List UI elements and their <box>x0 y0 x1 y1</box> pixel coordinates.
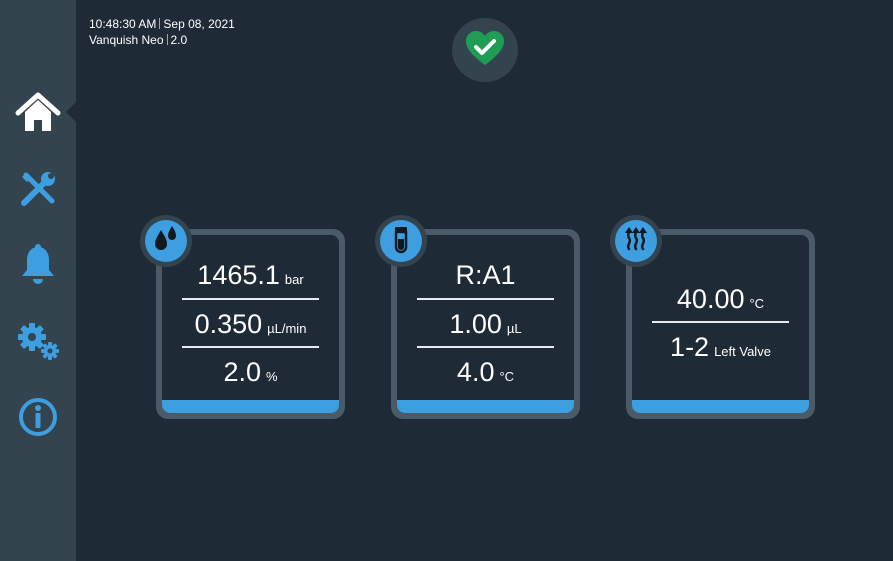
tile-status-bar <box>162 400 339 413</box>
clock-time: 10:48:30 AM <box>89 17 157 31</box>
flow-row: 0.350 µL/min <box>182 301 319 347</box>
header-info: 10:48:30 AM Sep 08, 2021 Vanquish Neo 2.0 <box>89 16 235 48</box>
instrument-version: 2.0 <box>170 33 188 47</box>
bell-icon <box>18 243 58 285</box>
sidebar <box>0 0 76 561</box>
column-temperature-row: 40.00 °C <box>652 276 789 322</box>
pressure-row: 1465.1 bar <box>182 252 319 298</box>
volume-value: 1.00 <box>449 308 502 339</box>
sampler-temperature-row: 4.0 °C <box>417 349 554 395</box>
position-value: R:A1 <box>455 259 516 290</box>
nav-info[interactable] <box>0 389 76 445</box>
separator <box>159 18 161 29</box>
column-icon-badge <box>610 215 662 267</box>
drops-icon <box>151 224 181 259</box>
valve-unit: Left Valve <box>714 343 771 359</box>
tile-body: 40.00 °C 1-2 Left Valve <box>632 235 809 413</box>
pressure-unit: bar <box>284 271 304 287</box>
sampler-temperature-unit: °C <box>499 368 515 384</box>
separator <box>166 34 168 45</box>
column-tile[interactable]: 40.00 °C 1-2 Left Valve <box>610 215 815 419</box>
pump-tile[interactable]: 1465.1 bar 0.350 µL/min 2.0% <box>140 215 345 419</box>
position-row: R:A1 <box>417 252 554 298</box>
status-badge[interactable] <box>452 18 518 82</box>
tile-body: 1465.1 bar 0.350 µL/min 2.0% <box>162 235 339 413</box>
active-indicator <box>66 102 76 122</box>
autosampler-tile[interactable]: R:A1 1.00 µL 4.0 °C <box>375 215 580 419</box>
info-icon <box>17 396 59 438</box>
divider <box>417 298 554 300</box>
pump-icon-badge <box>140 215 192 267</box>
heat-icon <box>621 224 651 259</box>
composition-value: 2.0 <box>223 356 261 387</box>
vial-icon <box>386 224 416 259</box>
tile-status-bar <box>632 400 809 413</box>
nav-alarms[interactable] <box>0 236 76 292</box>
column-temperature-unit: °C <box>749 295 765 311</box>
flow-unit: µL/min <box>267 320 307 336</box>
nav-settings[interactable] <box>0 312 76 368</box>
instrument-name: Vanquish Neo <box>89 33 164 47</box>
divider <box>182 346 319 348</box>
tile-status-bar <box>397 400 574 413</box>
divider <box>652 321 789 323</box>
gears-icon <box>16 320 60 360</box>
wrench-screwdriver-icon <box>18 169 58 209</box>
divider <box>182 298 319 300</box>
nav-tools[interactable] <box>0 161 76 217</box>
divider <box>417 346 554 348</box>
composition-unit: % <box>265 368 278 384</box>
home-icon <box>15 92 61 134</box>
heart-check-icon <box>464 29 506 72</box>
volume-row: 1.00 µL <box>417 301 554 347</box>
composition-row: 2.0% <box>182 349 319 395</box>
flow-value: 0.350 <box>194 308 263 339</box>
valve-value: 1-2 <box>670 331 710 362</box>
volume-unit: µL <box>506 320 522 336</box>
autosampler-icon-badge <box>375 215 427 267</box>
tile-body: R:A1 1.00 µL 4.0 °C <box>397 235 574 413</box>
nav-home[interactable] <box>0 85 76 141</box>
sampler-temperature-value: 4.0 <box>456 356 495 387</box>
clock-date: Sep 08, 2021 <box>163 17 235 31</box>
pressure-value: 1465.1 <box>197 259 280 290</box>
valve-row: 1-2 Left Valve <box>652 324 789 370</box>
column-temperature-value: 40.00 <box>676 283 745 314</box>
